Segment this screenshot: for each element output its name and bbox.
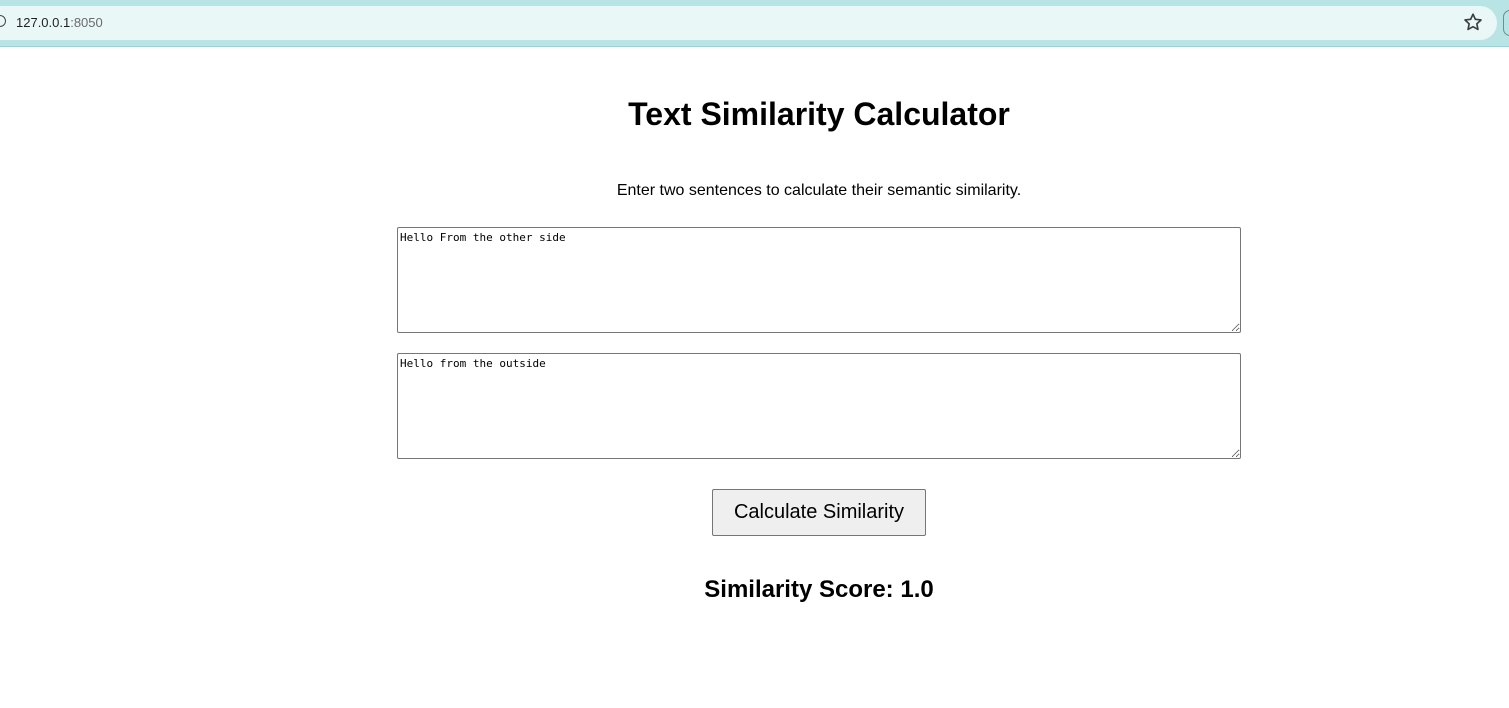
page-title: Text Similarity Calculator (628, 96, 1010, 132)
app-page: Text Similarity Calculator Enter two sen… (0, 47, 1509, 708)
url-host: 127.0.0.1 (16, 15, 71, 30)
bookmark-star-icon[interactable] (1462, 11, 1484, 33)
address-url[interactable]: 127.0.0.1:8050 (16, 14, 103, 32)
browser-toolbar: 127.0.0.1:8050 (0, 0, 1509, 47)
instructions-text: Enter two sentences to calculate their s… (616, 182, 1022, 199)
calculate-similarity-button[interactable]: Calculate Similarity (712, 489, 926, 536)
sentence-1-input[interactable]: Hello From the other side (397, 227, 1241, 333)
profile-button[interactable] (1503, 10, 1509, 36)
sentence-2-input[interactable]: Hello from the outside (397, 353, 1241, 459)
url-port: :8050 (70, 15, 103, 30)
address-bar[interactable] (0, 6, 1497, 40)
similarity-score-output: Similarity Score: 1.0 (704, 576, 934, 603)
